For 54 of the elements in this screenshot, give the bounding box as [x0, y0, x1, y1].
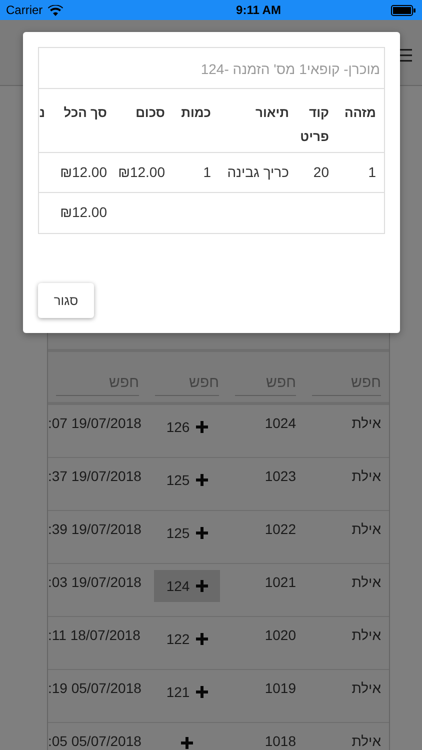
table-cell: 1 — [173, 153, 219, 193]
order-expand-button[interactable]: 125 — [154, 517, 220, 549]
table-cell-text: :39 19/07/2018 — [48, 520, 142, 539]
table-cell-text: :03 19/07/2018 — [48, 573, 142, 592]
order-expand-button[interactable]: 125 — [154, 464, 220, 496]
column-header: מזהה — [337, 89, 384, 153]
table-cell-text: אילת — [350, 626, 382, 645]
plus-icon — [196, 527, 208, 539]
table-cell-text: אילת — [350, 573, 382, 592]
plus-icon — [196, 686, 208, 698]
table-cell-text: :05 05/07/2018 — [48, 732, 142, 750]
table-cell-text: 1019 — [264, 679, 297, 698]
table-cell-text: :11 18/07/2018 — [48, 626, 142, 645]
table-cell-text: 1024 — [264, 414, 297, 433]
table-cell-text: אילת — [350, 520, 382, 539]
table-cell-text: :37 19/07/2018 — [48, 467, 142, 486]
order-expand-button[interactable]: 126 — [154, 411, 220, 443]
table-cell-text: :07 19/07/2018 — [48, 414, 142, 433]
table-cell-text: 1021 — [264, 573, 297, 592]
table-cell-text: 1020 — [264, 626, 297, 645]
order-expand-button[interactable]: 124 — [154, 570, 220, 602]
carrier-label: Carrier — [6, 3, 43, 17]
plus-icon — [196, 474, 208, 486]
table-cell: כריך גבינה — [219, 153, 297, 193]
table-cell: ₪12.00 — [115, 153, 173, 193]
order-expand-button[interactable]: 122 — [154, 623, 220, 655]
total-amount: ₪12.00 — [59, 203, 108, 222]
column-header: סך הכל — [53, 89, 115, 153]
column-header: נ — [39, 89, 53, 153]
table-cell-text: 1022 — [264, 520, 297, 539]
dialog-title: מוכרן- קופאי1 מס' הזמנה -124 — [39, 48, 384, 89]
close-button[interactable]: סגור — [38, 283, 94, 318]
plus-icon — [196, 580, 208, 592]
table-cell-text: :19 05/07/2018 — [48, 679, 142, 698]
order-expand-button[interactable]: 121 — [154, 676, 220, 708]
battery-icon — [391, 4, 416, 16]
plus-icon — [196, 633, 208, 645]
table-cell-text: 1018 — [264, 732, 297, 750]
plus-icon — [181, 737, 193, 749]
table-cell: ₪12.00 — [53, 153, 115, 193]
table-cell-text: אילת — [350, 732, 382, 750]
table-cell-text: 1023 — [264, 467, 297, 486]
column-header: כמות — [173, 89, 219, 153]
column-header: קוד פריט — [297, 89, 337, 153]
table-cell: 1 — [337, 153, 384, 193]
column-header: סכום — [115, 89, 173, 153]
table-cell: 20 — [297, 153, 337, 193]
table-cell-text: אילת — [350, 467, 382, 486]
table-cell-text: אילת — [350, 414, 382, 433]
wifi-icon — [48, 4, 63, 16]
clock-time: 9:11 AM — [236, 3, 281, 17]
table-cell-text: אילת — [350, 679, 382, 698]
plus-icon — [196, 421, 208, 433]
column-header: תיאור — [219, 89, 297, 153]
